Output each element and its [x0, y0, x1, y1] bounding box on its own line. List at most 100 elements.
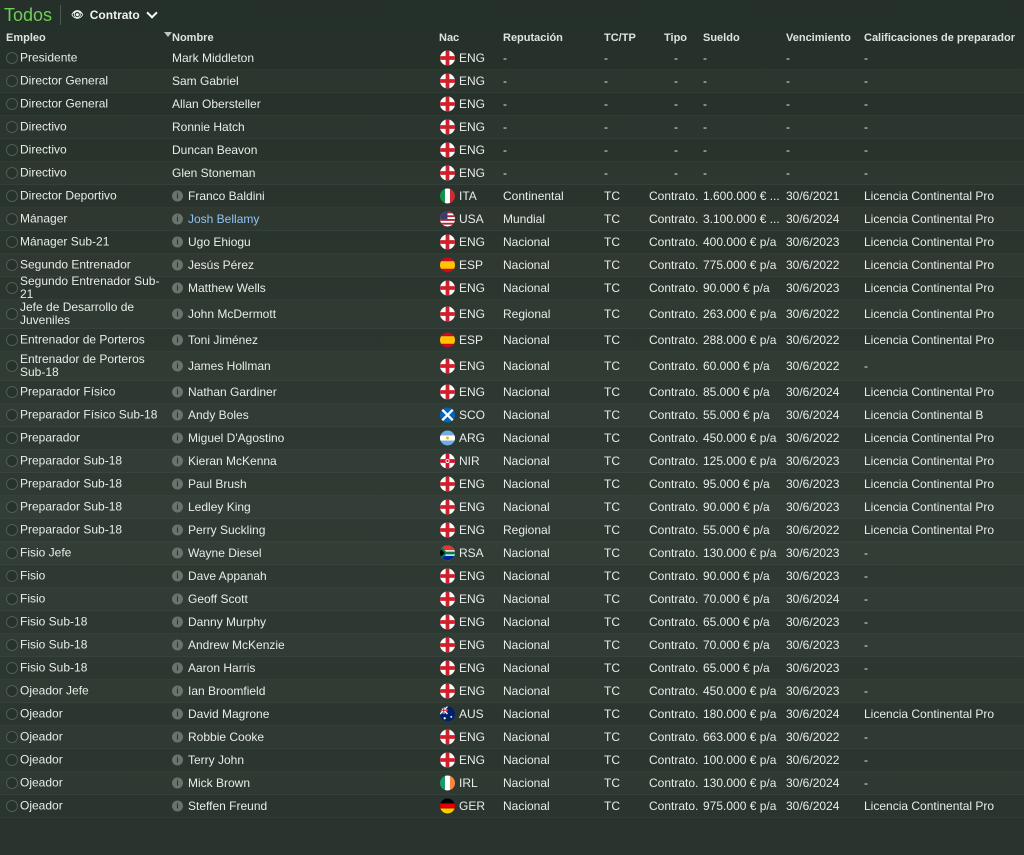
cell-nombre[interactable]: Kieran McKenna — [188, 454, 277, 468]
row-select-dot[interactable] — [6, 190, 18, 202]
row-select-dot[interactable] — [6, 360, 18, 372]
view-selector-button[interactable]: 👁 Contrato — [71, 7, 158, 22]
row-select-dot[interactable] — [6, 616, 18, 628]
info-icon[interactable]: i — [172, 777, 183, 789]
row-select-dot[interactable] — [6, 800, 18, 812]
table-row[interactable]: Ojeador i Robbie Cooke ENG Nacional TC Contrat… — [0, 726, 1024, 749]
info-icon[interactable]: i — [172, 547, 183, 559]
row-select-dot[interactable] — [6, 236, 18, 248]
table-row[interactable]: Director General Allan Obersteller ENG - - - -… — [0, 93, 1024, 116]
info-icon[interactable]: i — [172, 259, 183, 271]
info-icon[interactable]: i — [172, 455, 183, 467]
info-icon[interactable]: i — [172, 409, 183, 421]
cell-nombre[interactable]: Franco Baldini — [188, 189, 265, 203]
row-select-dot[interactable] — [6, 685, 18, 697]
table-row[interactable]: Ojeador i Mick Brown IRL Nacional TC Contrato.… — [0, 772, 1024, 795]
table-row[interactable]: Presidente Mark Middleton ENG - - - - - - — [0, 47, 1024, 70]
cell-nombre[interactable]: Wayne Diesel — [188, 546, 262, 560]
column-header-empleo[interactable]: Empleo — [6, 32, 46, 44]
table-row[interactable]: Preparador Sub-18 i Perry Suckling ENG Regio… — [0, 519, 1024, 542]
table-row[interactable]: Fisio Jefe i Wayne Diesel RSA Nacional TC Cont… — [0, 542, 1024, 565]
info-icon[interactable]: i — [172, 800, 183, 812]
row-select-dot[interactable] — [6, 121, 18, 133]
info-icon[interactable]: i — [172, 213, 183, 225]
info-icon[interactable]: i — [172, 662, 183, 674]
cell-nombre[interactable]: Geoff Scott — [188, 592, 248, 606]
column-header-vencimiento[interactable]: Vencimiento — [786, 32, 851, 44]
table-row[interactable]: Fisio Sub-18 i Andrew McKenzie ENG Nacional T… — [0, 634, 1024, 657]
row-select-dot[interactable] — [6, 501, 18, 513]
info-icon[interactable]: i — [172, 731, 183, 743]
info-icon[interactable]: i — [172, 754, 183, 766]
row-select-dot[interactable] — [6, 731, 18, 743]
table-row[interactable]: Fisio i Geoff Scott ENG Nacional TC Contrato..… — [0, 588, 1024, 611]
cell-nombre[interactable]: Josh Bellamy — [188, 212, 259, 226]
row-select-dot[interactable] — [6, 547, 18, 559]
column-header-tctp[interactable]: TC/TP — [604, 32, 636, 44]
info-icon[interactable]: i — [172, 501, 183, 513]
table-row[interactable]: Mánager i Josh Bellamy USA Mundial TC Contrato… — [0, 208, 1024, 231]
info-icon[interactable]: i — [172, 190, 183, 202]
row-select-dot[interactable] — [6, 409, 18, 421]
row-select-dot[interactable] — [6, 455, 18, 467]
table-row[interactable]: Preparador i Miguel D'Agostino ARG Nacional T… — [0, 427, 1024, 450]
cell-nombre[interactable]: Dave Appanah — [188, 569, 267, 583]
row-select-dot[interactable] — [6, 570, 18, 582]
info-icon[interactable]: i — [172, 386, 183, 398]
column-header-sueldo[interactable]: Sueldo — [703, 32, 740, 44]
table-row[interactable]: Ojeador Jefe i Ian Broomfield ENG Nacional TC… — [0, 680, 1024, 703]
row-select-dot[interactable] — [6, 282, 18, 294]
row-select-dot[interactable] — [6, 386, 18, 398]
row-select-dot[interactable] — [6, 98, 18, 110]
row-select-dot[interactable] — [6, 777, 18, 789]
row-select-dot[interactable] — [6, 213, 18, 225]
info-icon[interactable]: i — [172, 334, 183, 346]
table-row[interactable]: Preparador Físico Sub-18 i Andy Boles SCO Na… — [0, 404, 1024, 427]
info-icon[interactable]: i — [172, 593, 183, 605]
info-icon[interactable]: i — [172, 708, 183, 720]
row-select-dot[interactable] — [6, 662, 18, 674]
info-icon[interactable]: i — [172, 639, 183, 651]
row-select-dot[interactable] — [6, 478, 18, 490]
table-row[interactable]: Entrenador de Porteros Sub-18 i James Holl… — [0, 352, 1024, 381]
cell-nombre[interactable]: Aaron Harris — [188, 661, 255, 675]
info-icon[interactable]: i — [172, 685, 183, 697]
row-select-dot[interactable] — [6, 308, 18, 320]
info-icon[interactable]: i — [172, 524, 183, 536]
table-row[interactable]: Preparador Físico i Nathan Gardiner ENG Naci… — [0, 381, 1024, 404]
table-row[interactable]: Preparador Sub-18 i Paul Brush ENG Nacional T… — [0, 473, 1024, 496]
row-select-dot[interactable] — [6, 52, 18, 64]
table-row[interactable]: Segundo Entrenador Sub-21 i Matthew Wells E… — [0, 275, 1024, 301]
cell-nombre[interactable]: Danny Murphy — [188, 615, 266, 629]
cell-nombre[interactable]: Toni Jiménez — [188, 333, 258, 347]
cell-nombre[interactable]: Ian Broomfield — [188, 684, 265, 698]
row-select-dot[interactable] — [6, 639, 18, 651]
table-row[interactable]: Fisio Sub-18 i Aaron Harris ENG Nacional TC Co… — [0, 657, 1024, 680]
table-row[interactable]: Ojeador i David Magrone AUS Nacional TC Contra… — [0, 703, 1024, 726]
column-header-calificaciones[interactable]: Calificaciones de preparador — [864, 32, 1015, 44]
row-select-dot[interactable] — [6, 708, 18, 720]
cell-nombre[interactable]: Duncan Beavon — [172, 143, 257, 157]
info-icon[interactable]: i — [172, 478, 183, 490]
info-icon[interactable]: i — [172, 308, 183, 320]
cell-nombre[interactable]: Mark Middleton — [172, 51, 254, 65]
table-row[interactable]: Ojeador i Terry John ENG Nacional TC Contrato.… — [0, 749, 1024, 772]
row-select-dot[interactable] — [6, 334, 18, 346]
cell-nombre[interactable]: Sam Gabriel — [172, 74, 239, 88]
row-select-dot[interactable] — [6, 144, 18, 156]
table-row[interactable]: Fisio i Dave Appanah ENG Nacional TC Contrato.… — [0, 565, 1024, 588]
table-row[interactable]: Directivo Glen Stoneman ENG - - - - - - — [0, 162, 1024, 185]
cell-nombre[interactable]: Ronnie Hatch — [172, 120, 245, 134]
cell-nombre[interactable]: Glen Stoneman — [172, 166, 255, 180]
cell-nombre[interactable]: Paul Brush — [188, 477, 247, 491]
table-row[interactable]: Mánager Sub-21 i Ugo Ehiogu ENG Nacional TC Co… — [0, 231, 1024, 254]
cell-nombre[interactable]: Jesús Pérez — [188, 258, 254, 272]
cell-nombre[interactable]: Ledley King — [188, 500, 251, 514]
table-row[interactable]: Directivo Duncan Beavon ENG - - - - - - — [0, 139, 1024, 162]
cell-nombre[interactable]: Perry Suckling — [188, 523, 265, 537]
cell-nombre[interactable]: Mick Brown — [188, 776, 250, 790]
column-header-tipo[interactable]: Tipo — [664, 32, 687, 44]
cell-nombre[interactable]: Steffen Freund — [188, 799, 267, 813]
row-select-dot[interactable] — [6, 259, 18, 271]
info-icon[interactable]: i — [172, 282, 183, 294]
